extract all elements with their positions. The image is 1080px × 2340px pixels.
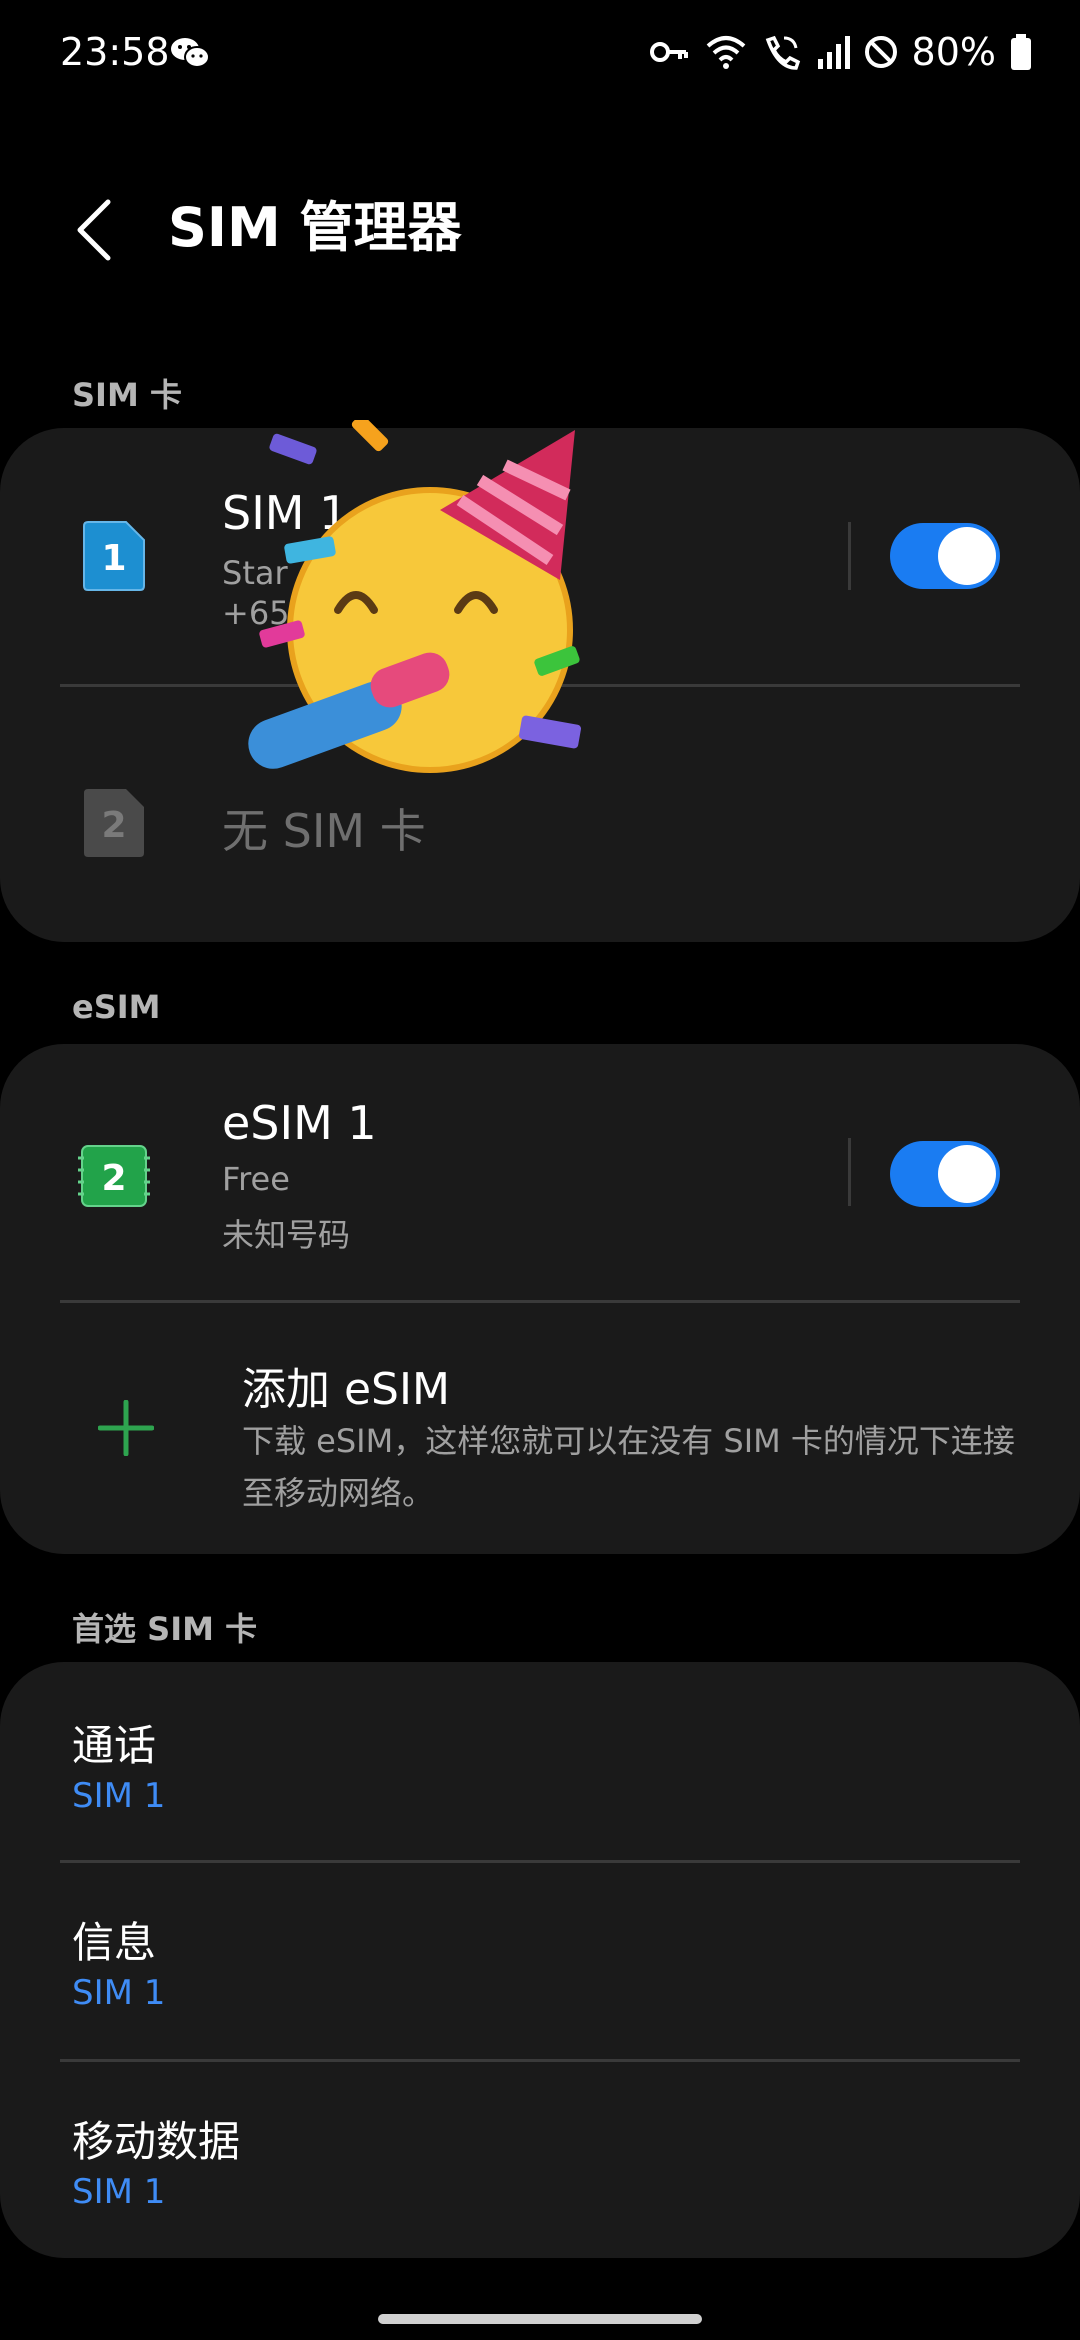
status-time: 23:58 xyxy=(60,30,170,74)
home-indicator[interactable] xyxy=(378,2314,702,2324)
preferred-data-label: 移动数据 xyxy=(72,2117,241,2166)
preferred-data-value: SIM 1 xyxy=(72,2172,166,2212)
toggle-knob xyxy=(938,1145,996,1203)
preferred-messages-value: SIM 1 xyxy=(72,1973,166,2013)
svg-text:2: 2 xyxy=(101,805,126,846)
preferred-sim-group: 通话 SIM 1 信息 SIM 1 移动数据 SIM 1 xyxy=(0,1662,1080,2258)
esim-1-name: eSIM 1 xyxy=(222,1096,377,1150)
toggle-knob xyxy=(938,527,996,585)
battery-icon xyxy=(1011,34,1031,70)
preferred-calls-value: SIM 1 xyxy=(72,1776,166,1816)
esim-1-carrier: Free xyxy=(222,1160,290,1198)
esim-chip-icon: 2 xyxy=(78,1145,150,1207)
sim-1-toggle[interactable] xyxy=(890,523,1000,589)
esim-1-toggle[interactable] xyxy=(890,1141,1000,1207)
wechat-icon xyxy=(171,38,210,68)
section-header-sim: SIM 卡 xyxy=(72,376,182,414)
sim-2-icon: 2 xyxy=(84,789,144,857)
sim-2-label: 无 SIM 卡 xyxy=(222,804,426,858)
signal-icon xyxy=(817,36,850,69)
preferred-data-row[interactable]: 移动数据 SIM 1 xyxy=(0,2062,1080,2258)
plus-icon xyxy=(98,1400,154,1456)
section-header-preferred: 首选 SIM 卡 xyxy=(72,1610,258,1648)
svg-text:1: 1 xyxy=(101,538,126,579)
esim-1-row[interactable]: 2 eSIM 1 Free 未知号码 xyxy=(0,1044,850,1300)
status-bar: 23:58 80% xyxy=(0,0,1080,110)
party-face-emoji xyxy=(248,420,581,773)
esim-1-number: 未知号码 xyxy=(222,1216,351,1254)
do-not-disturb-icon xyxy=(864,36,897,68)
sim-1-separator xyxy=(848,522,851,590)
status-icons: 80% xyxy=(649,30,1032,74)
back-button[interactable] xyxy=(64,190,124,270)
svg-text:2: 2 xyxy=(101,1158,126,1199)
section-header-esim: eSIM xyxy=(72,988,161,1026)
add-esim-description: 下载 eSIM，这样您就可以在没有 SIM 卡的情况下连接至移动网络。 xyxy=(242,1422,1015,1512)
preferred-calls-row[interactable]: 通话 SIM 1 xyxy=(0,1662,1080,1860)
chevron-left-icon xyxy=(77,199,111,261)
page-title: SIM 管理器 xyxy=(168,196,462,259)
preferred-messages-row[interactable]: 信息 SIM 1 xyxy=(0,1863,1080,2059)
preferred-calls-label: 通话 xyxy=(72,1721,157,1770)
battery-percentage: 80% xyxy=(911,30,996,74)
sim-1-icon: 1 xyxy=(83,521,145,591)
key-icon xyxy=(649,42,688,62)
preferred-messages-label: 信息 xyxy=(72,1918,157,1967)
add-esim-title: 添加 eSIM xyxy=(242,1364,450,1415)
wifi-icon xyxy=(706,36,745,69)
esim-1-separator xyxy=(848,1138,851,1206)
wifi-calling-icon xyxy=(765,35,800,70)
